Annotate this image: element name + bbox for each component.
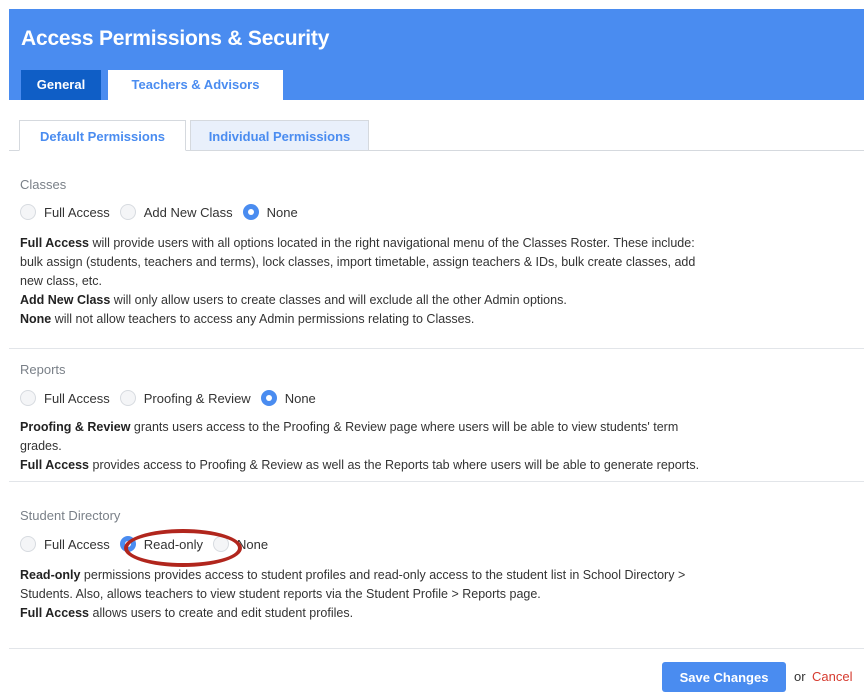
desc-text: bulk assign (students, teachers and term… [20,255,696,269]
section-divider [9,481,864,482]
save-changes-button[interactable]: Save Changes [662,662,786,692]
desc-text: grades. [20,439,62,453]
desc-text: allows users to create and edit student … [89,606,354,620]
desc-bold: Read-only [20,568,81,582]
section-title-student-directory: Student Directory [20,508,121,523]
desc-text: grants users access to the Proofing & Re… [130,420,679,434]
radio-checked-icon[interactable] [260,390,277,406]
tab-teachers-advisors[interactable]: Teachers & Advisors [108,70,283,100]
desc-text: permissions provides access to student p… [80,568,686,582]
option-label: None [266,204,298,220]
desc-bold: Add New Class [20,293,111,307]
option-reports-none[interactable]: None [260,390,316,406]
option-label: Full Access [44,536,110,552]
section-divider [9,348,864,349]
radio-group-classes: Full Access Add New Class None [20,202,308,222]
option-reports-full-access[interactable]: Full Access [20,390,110,406]
option-classes-add-new-class[interactable]: Add New Class [119,204,233,220]
classes-description: Full Access will provide users with all … [20,234,858,329]
desc-bold: None [20,312,52,326]
radio-unchecked-icon[interactable] [119,390,136,406]
radio-checked-icon[interactable] [242,204,259,220]
desc-text: will not allow teachers to access any Ad… [51,312,475,326]
option-student-full-access[interactable]: Full Access [20,536,110,552]
option-label: Full Access [44,204,110,220]
radio-unchecked-icon[interactable] [20,536,36,552]
option-label: Add New Class [143,204,233,220]
section-title-reports: Reports [20,362,66,377]
option-reports-proofing-review[interactable]: Proofing & Review [119,390,251,406]
desc-text: will only allow users to create classes … [110,293,567,307]
top-strip [0,0,864,9]
desc-text: provides access to Proofing & Review as … [89,458,700,472]
desc-bold: Full Access [20,458,90,472]
section-title-classes: Classes [20,177,67,192]
subtab-individual-permissions[interactable]: Individual Permissions [190,120,369,151]
option-classes-none[interactable]: None [242,204,298,220]
option-label: Proofing & Review [143,390,251,406]
section-divider [9,648,864,649]
reports-description: Proofing & Review grants users access to… [20,418,858,475]
radio-unchecked-icon[interactable] [20,204,36,220]
desc-bold: Full Access [20,606,90,620]
desc-bold: Proofing & Review [20,420,131,434]
header-bar: Access Permissions & Security General Te… [9,9,864,100]
radio-unchecked-icon[interactable] [119,204,136,220]
student-directory-description: Read-only permissions provides access to… [20,566,858,623]
option-label: Full Access [44,390,110,406]
tab-general[interactable]: General [21,70,101,100]
or-text: or [794,669,806,684]
subtab-default-permissions[interactable]: Default Permissions [19,120,186,151]
desc-text: will provide users with all options loca… [89,236,695,250]
annotation-circle [124,529,242,567]
radio-unchecked-icon[interactable] [20,390,36,406]
desc-text: Students. Also, allows teachers to view … [20,587,541,601]
desc-text: new class, etc. [20,274,102,288]
page-title: Access Permissions & Security [21,27,330,50]
cancel-link[interactable]: Cancel [812,669,852,684]
option-classes-full-access[interactable]: Full Access [20,204,110,220]
desc-bold: Full Access [20,236,90,250]
radio-group-reports: Full Access Proofing & Review None [20,388,326,408]
option-label: None [284,390,316,406]
